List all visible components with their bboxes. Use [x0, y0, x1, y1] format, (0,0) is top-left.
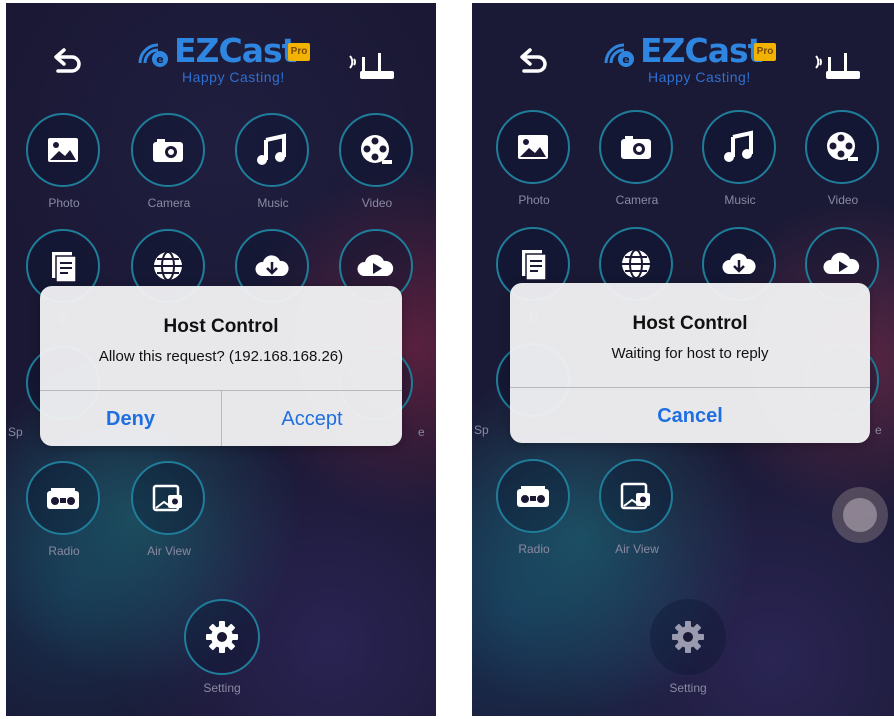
tile-radio[interactable]: Radio	[496, 459, 572, 556]
app-logo: e EZCast Pro Happy Casting!	[600, 31, 780, 91]
svg-text:e: e	[156, 53, 163, 66]
tile-label: Radio	[48, 544, 80, 558]
tile-circle	[131, 461, 205, 535]
gear-icon	[206, 621, 238, 653]
tile-label: Photo	[518, 193, 550, 207]
app-tagline: Happy Casting!	[648, 69, 751, 85]
tile-label: Video	[827, 193, 859, 207]
setting-circle	[184, 599, 260, 675]
tile-label: Music	[257, 196, 289, 210]
radio-icon	[47, 488, 79, 509]
tile-label: Radio	[518, 542, 550, 556]
video-reel-icon	[361, 135, 392, 164]
phone-screen-allow-request: e EZCast Pro Happy Casting! Photo Camera…	[6, 3, 436, 716]
tile-music[interactable]: Music	[702, 110, 778, 207]
camera-icon	[153, 139, 183, 162]
app-name: EZCast	[174, 31, 297, 70]
setting-button[interactable]: Setting	[648, 599, 728, 699]
tile-circle	[339, 113, 413, 187]
gear-icon	[672, 621, 704, 653]
tile-circle	[131, 113, 205, 187]
tile-circle	[26, 113, 100, 187]
assistive-touch-inner	[843, 498, 877, 532]
setting-label: Setting	[203, 681, 241, 695]
tile-label: Camera	[147, 196, 191, 210]
tile-circle	[496, 459, 570, 533]
router-icon[interactable]	[814, 47, 864, 83]
tile-circle	[496, 110, 570, 184]
document-icon	[522, 250, 547, 281]
dialog-message: Waiting for host to reply	[611, 345, 769, 362]
host-control-dialog: Host Control Allow this request? (192.16…	[40, 286, 402, 446]
pro-badge: Pro	[754, 43, 776, 61]
tile-video[interactable]: Video	[805, 110, 881, 207]
tile-circle	[805, 110, 879, 184]
app-tagline: Happy Casting!	[182, 69, 285, 85]
tile-hidden-right-label: e	[875, 423, 882, 437]
document-icon	[52, 252, 77, 283]
tile-music[interactable]: Music	[235, 113, 311, 210]
dialog-title: Host Control	[163, 316, 279, 337]
phone-screen-waiting: e EZCast Pro Happy Casting! Photo Camera…	[472, 3, 894, 716]
svg-text:e: e	[622, 53, 629, 66]
air-view-icon	[152, 484, 182, 512]
setting-label: Setting	[669, 681, 707, 695]
setting-circle	[650, 599, 726, 675]
photo-icon	[48, 138, 78, 162]
tile-circle	[599, 110, 673, 184]
music-icon	[724, 130, 753, 162]
globe-icon	[622, 249, 650, 279]
photo-icon	[518, 135, 548, 159]
tile-photo[interactable]: Photo	[26, 113, 102, 210]
tile-camera[interactable]: Camera	[599, 110, 675, 207]
router-icon[interactable]	[348, 47, 398, 83]
tile-air-view[interactable]: Air View	[599, 459, 675, 556]
tile-air-view[interactable]: Air View	[131, 461, 207, 558]
app-logo: e EZCast Pro Happy Casting!	[134, 31, 314, 91]
tile-circle	[599, 459, 673, 533]
back-icon[interactable]	[516, 45, 550, 79]
deny-button[interactable]: Deny	[40, 392, 221, 446]
tile-label: Air View	[615, 542, 659, 556]
cancel-button[interactable]: Cancel	[510, 389, 870, 443]
pro-badge: Pro	[288, 43, 310, 61]
tile-label: Music	[724, 193, 756, 207]
tile-radio[interactable]: Radio	[26, 461, 102, 558]
tile-label: Photo	[48, 196, 80, 210]
dialog-message: Allow this request? (192.168.168.26)	[98, 348, 344, 365]
globe-icon	[154, 251, 182, 281]
dialog-title: Host Control	[632, 313, 748, 334]
tile-hidden-left-label: Sp	[8, 425, 23, 439]
cloud-play-icon	[357, 254, 394, 276]
tile-photo[interactable]: Photo	[496, 110, 572, 207]
tile-circle	[702, 110, 776, 184]
tile-label: Video	[361, 196, 393, 210]
accept-button[interactable]: Accept	[222, 392, 402, 446]
wifi-logo-icon: e	[138, 43, 168, 67]
cloud-play-icon	[823, 252, 860, 274]
dialog-divider	[510, 387, 870, 388]
tile-circle	[26, 461, 100, 535]
music-icon	[257, 133, 286, 165]
back-icon[interactable]	[50, 45, 84, 79]
host-control-dialog: Host Control Waiting for host to reply C…	[510, 283, 870, 443]
tile-hidden-left-label: Sp	[474, 423, 489, 437]
assistive-touch-button[interactable]	[832, 487, 888, 543]
tile-label: Air View	[147, 544, 191, 558]
cloud-download-icon	[722, 253, 756, 274]
video-reel-icon	[827, 132, 858, 161]
app-name: EZCast	[640, 31, 763, 70]
tile-video[interactable]: Video	[339, 113, 415, 210]
wifi-logo-icon: e	[604, 43, 634, 67]
tile-circle	[235, 113, 309, 187]
setting-button[interactable]: Setting	[182, 599, 262, 699]
air-view-icon	[620, 482, 650, 510]
tile-camera[interactable]: Camera	[131, 113, 207, 210]
camera-icon	[621, 136, 651, 159]
radio-icon	[517, 486, 549, 507]
tile-hidden-right-label: e	[418, 425, 425, 439]
tile-label: Camera	[615, 193, 659, 207]
cloud-download-icon	[255, 255, 289, 276]
